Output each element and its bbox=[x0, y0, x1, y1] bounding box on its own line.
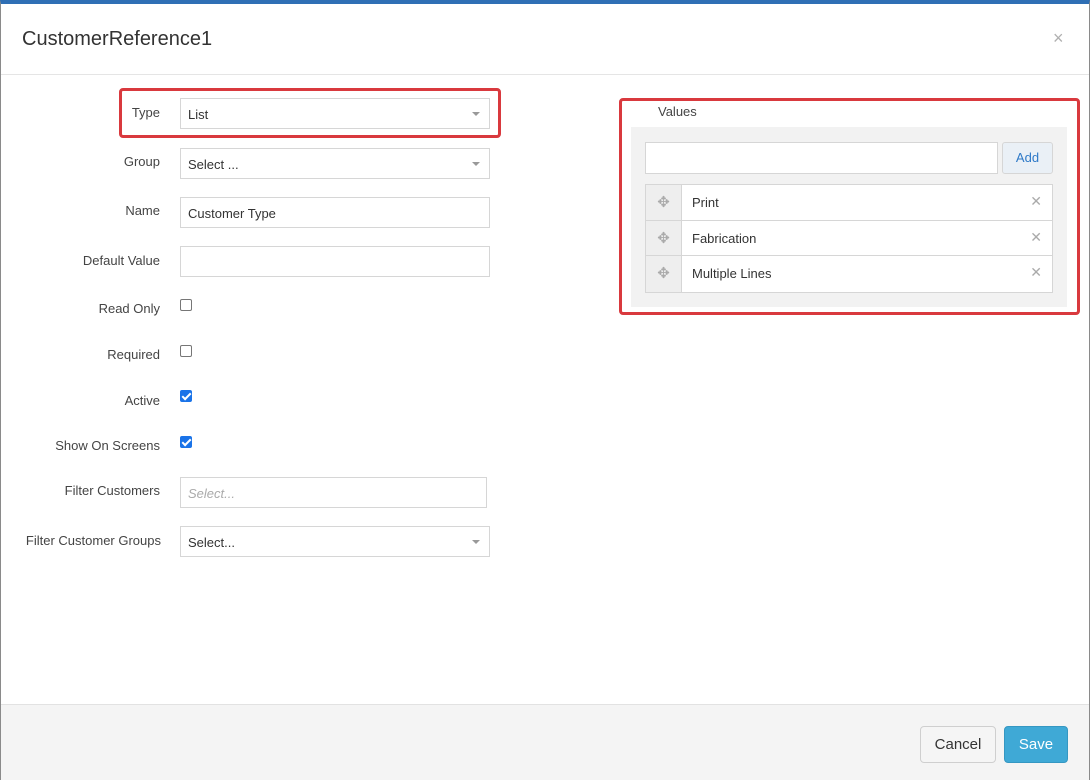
type-highlight-box bbox=[119, 88, 501, 138]
name-input-value: Customer Type bbox=[188, 206, 276, 221]
chevron-down-icon bbox=[472, 162, 480, 166]
filter-customers-input[interactable]: Select... bbox=[180, 477, 487, 508]
group-select-value: Select ... bbox=[188, 157, 239, 172]
dialog-title: CustomerReference1 bbox=[22, 28, 213, 50]
group-select[interactable]: Select ... bbox=[180, 148, 490, 179]
values-highlight-box bbox=[619, 98, 1080, 315]
filter-customer-groups-value: Select... bbox=[188, 535, 235, 550]
required-label: Required bbox=[107, 347, 160, 362]
customer-reference-dialog: CustomerReference1 × Type List Group Sel… bbox=[0, 0, 1090, 780]
group-label: Group bbox=[123, 154, 160, 169]
filter-customer-groups-label: Filter Customer Groups bbox=[25, 533, 161, 548]
filter-customer-groups-select[interactable]: Select... bbox=[180, 526, 490, 557]
show-on-screens-checkbox[interactable] bbox=[180, 436, 192, 448]
dialog-header: CustomerReference1 × bbox=[1, 4, 1089, 75]
required-checkbox[interactable] bbox=[180, 345, 192, 357]
default-value-input[interactable] bbox=[180, 246, 490, 277]
read-only-label: Read Only bbox=[98, 301, 160, 316]
filter-customers-label: Filter Customers bbox=[64, 483, 160, 498]
active-checkbox[interactable] bbox=[180, 390, 192, 402]
show-on-screens-label: Show On Screens bbox=[55, 438, 160, 453]
close-icon[interactable]: × bbox=[1053, 28, 1064, 49]
chevron-down-icon bbox=[472, 540, 480, 544]
default-value-label: Default Value bbox=[82, 253, 160, 268]
name-input[interactable]: Customer Type bbox=[180, 197, 490, 228]
filter-customers-placeholder: Select... bbox=[188, 486, 235, 501]
read-only-checkbox[interactable] bbox=[180, 299, 192, 311]
name-label: Name bbox=[125, 203, 160, 218]
active-label: Active bbox=[124, 393, 160, 408]
save-button[interactable]: Save bbox=[1004, 726, 1068, 763]
cancel-button[interactable]: Cancel bbox=[920, 726, 996, 763]
